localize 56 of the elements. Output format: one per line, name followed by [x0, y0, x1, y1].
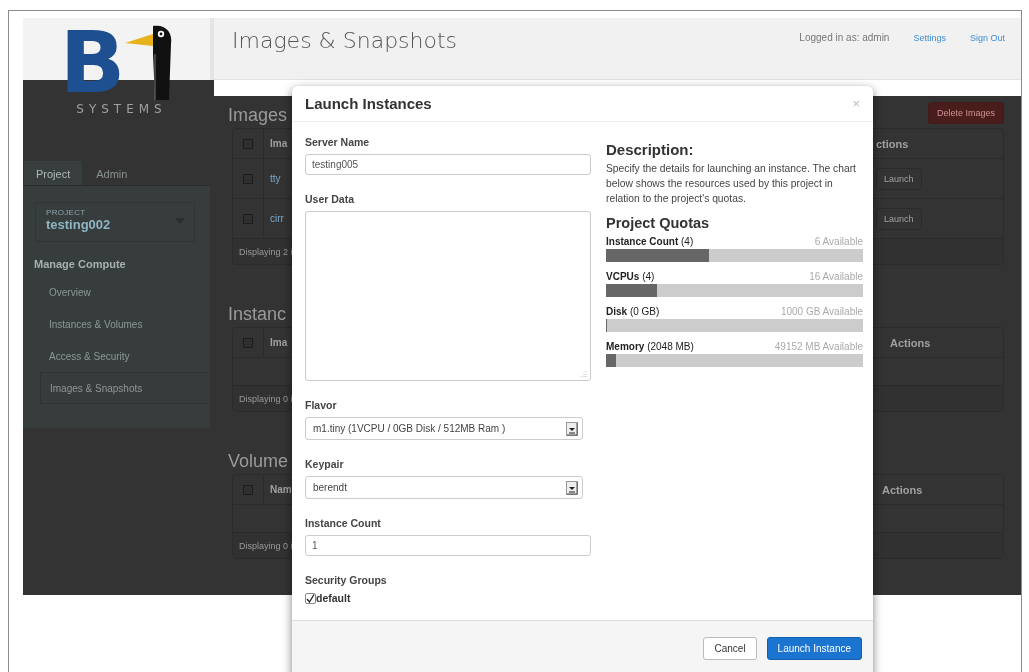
quota-available: 49152 MB Available	[774, 340, 863, 352]
column-header: ctions	[876, 137, 909, 150]
header-link[interactable]: Settings	[913, 33, 946, 43]
column-header: Actions	[889, 336, 931, 349]
section-label: Manage Compute	[34, 258, 127, 270]
image-link[interactable]: tty	[270, 173, 281, 184]
project-caption: PROJECT	[46, 208, 86, 217]
project-selector[interactable]: PROJECT testing002	[35, 202, 195, 242]
checkbox[interactable]	[305, 592, 316, 604]
select-field[interactable]: berendt	[305, 476, 583, 499]
launch-instance-button[interactable]: Launch Instance	[766, 637, 862, 660]
cancel-button[interactable]: Cancel	[703, 637, 757, 660]
column-header: Ima	[270, 138, 288, 149]
sidebar-tab[interactable]: Project	[23, 160, 84, 185]
textarea-field[interactable]	[305, 211, 591, 381]
quota-available: 1000 GB Available	[780, 305, 863, 317]
section-heading: Volume	[228, 451, 289, 472]
column-header: Ima	[270, 337, 288, 348]
field-label: Flavor	[305, 399, 338, 412]
field-label: Security Groups	[305, 574, 388, 587]
caret-down-icon	[566, 421, 578, 436]
launch-button[interactable]: Launch	[876, 167, 922, 190]
field-label: Instance Count	[305, 517, 382, 530]
nav-item[interactable]: Instances & Volumes	[23, 308, 210, 340]
checkbox-label: default	[316, 592, 351, 604]
select-field[interactable]: m1.tiny (1VCPU / 0GB Disk / 512MB Ram )	[305, 417, 583, 440]
column-header: Actions	[881, 483, 923, 496]
text-input[interactable]: 1	[305, 535, 591, 556]
field-label: Server Name	[305, 136, 371, 149]
section-heading: Images	[228, 105, 288, 126]
header-link[interactable]: Sign Out	[969, 33, 1005, 43]
description-text: Specify the details for launching an instance. The chart below shows the resources used by this project in relation to the project's quotas.	[606, 162, 857, 206]
dialog-title: Launch Instances	[305, 95, 432, 112]
page-title: Images & Snapshots	[232, 28, 459, 53]
resize-grip-icon[interactable]	[580, 370, 587, 377]
quota-label: Disk (0 GB)	[606, 305, 660, 317]
nav-item[interactable]: Access & Security	[23, 340, 210, 372]
delete-button[interactable]: Delete Images	[927, 102, 1004, 124]
launch-button[interactable]: Launch	[876, 207, 922, 230]
project-name: testing002	[46, 217, 111, 232]
caret-down-icon	[566, 480, 578, 495]
column-header: Nam	[270, 484, 292, 495]
image-link[interactable]: cirr	[270, 213, 284, 224]
nav-item[interactable]: Overview	[23, 276, 210, 308]
description-heading: Description:	[606, 141, 695, 158]
quota-label: VCPUs (4)	[606, 270, 655, 282]
text-input[interactable]: testing005	[305, 154, 591, 175]
nav-item[interactable]: Images & Snapshots	[40, 372, 210, 404]
field-label: Keypair	[305, 458, 345, 471]
sidebar-tab[interactable]: Admin	[83, 160, 141, 185]
field-label: User Data	[305, 193, 356, 206]
user-label: Logged in as: admin	[799, 32, 890, 43]
quota-label: Memory (2048 MB)	[606, 340, 694, 352]
section-heading: Instanc	[228, 304, 287, 325]
quotas-heading: Project Quotas	[606, 215, 711, 231]
quota-available: 16 Available	[809, 270, 863, 282]
